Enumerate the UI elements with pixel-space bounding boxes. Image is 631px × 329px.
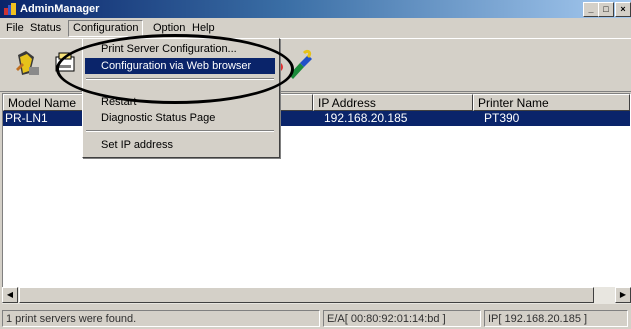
cell-model-name: PR-LN1: [5, 111, 48, 125]
window-title: AdminManager: [20, 3, 100, 15]
scroll-left-button[interactable]: ◀: [2, 287, 18, 303]
menu-item-diagnostic-status-page[interactable]: Diagnostic Status Page: [85, 110, 275, 126]
configuration-menu: Print Server Configuration... Configurat…: [82, 38, 280, 158]
scroll-right-button[interactable]: ▶: [615, 287, 631, 303]
menu-help[interactable]: Help: [188, 21, 219, 36]
menu-separator: [86, 78, 274, 80]
status-message: 1 print servers were found.: [2, 310, 320, 327]
horizontal-scrollbar[interactable]: ◀ ▶: [2, 287, 631, 304]
menu-option[interactable]: Option: [149, 21, 189, 36]
admin-manager-window: AdminManager _ □ × File Status Configura…: [0, 0, 631, 329]
minimize-button[interactable]: _: [583, 2, 599, 17]
ip-address-icon[interactable]: [286, 49, 314, 79]
menu-configuration[interactable]: Configuration: [68, 20, 144, 37]
scroll-thumb[interactable]: [19, 287, 594, 303]
menu-item-print-server-configuration[interactable]: Print Server Configuration...: [85, 41, 275, 57]
status-bar: 1 print servers were found. E/A[ 00:80:9…: [0, 308, 631, 329]
title-bar[interactable]: AdminManager _ □ ×: [0, 0, 631, 18]
menu-file[interactable]: File: [2, 21, 28, 36]
menu-bar: File Status Configuration Option Help: [0, 19, 631, 37]
menu-item-set-ip-address[interactable]: Set IP address: [85, 137, 275, 153]
menu-status[interactable]: Status: [26, 21, 65, 36]
close-button[interactable]: ×: [615, 2, 631, 17]
cell-printer-name: PT390: [484, 111, 520, 125]
menu-item-restart[interactable]: Restart: [85, 94, 275, 110]
column-header-ip-address[interactable]: IP Address: [313, 94, 473, 111]
status-ip-address: IP[ 192.168.20.185 ]: [484, 310, 628, 327]
app-icon: [4, 3, 16, 15]
maximize-button[interactable]: □: [598, 2, 614, 17]
column-header-printer-name[interactable]: Printer Name: [473, 94, 630, 111]
menu-item-configuration-via-web-browser[interactable]: Configuration via Web browser: [85, 58, 275, 74]
search-printer-icon[interactable]: [14, 49, 42, 79]
printer-properties-icon[interactable]: [52, 49, 80, 79]
menu-separator: [86, 130, 274, 132]
status-ethernet-address: E/A[ 00:80:92:01:14:bd ]: [323, 310, 481, 327]
cell-ip-address: 192.168.20.185: [324, 111, 408, 125]
